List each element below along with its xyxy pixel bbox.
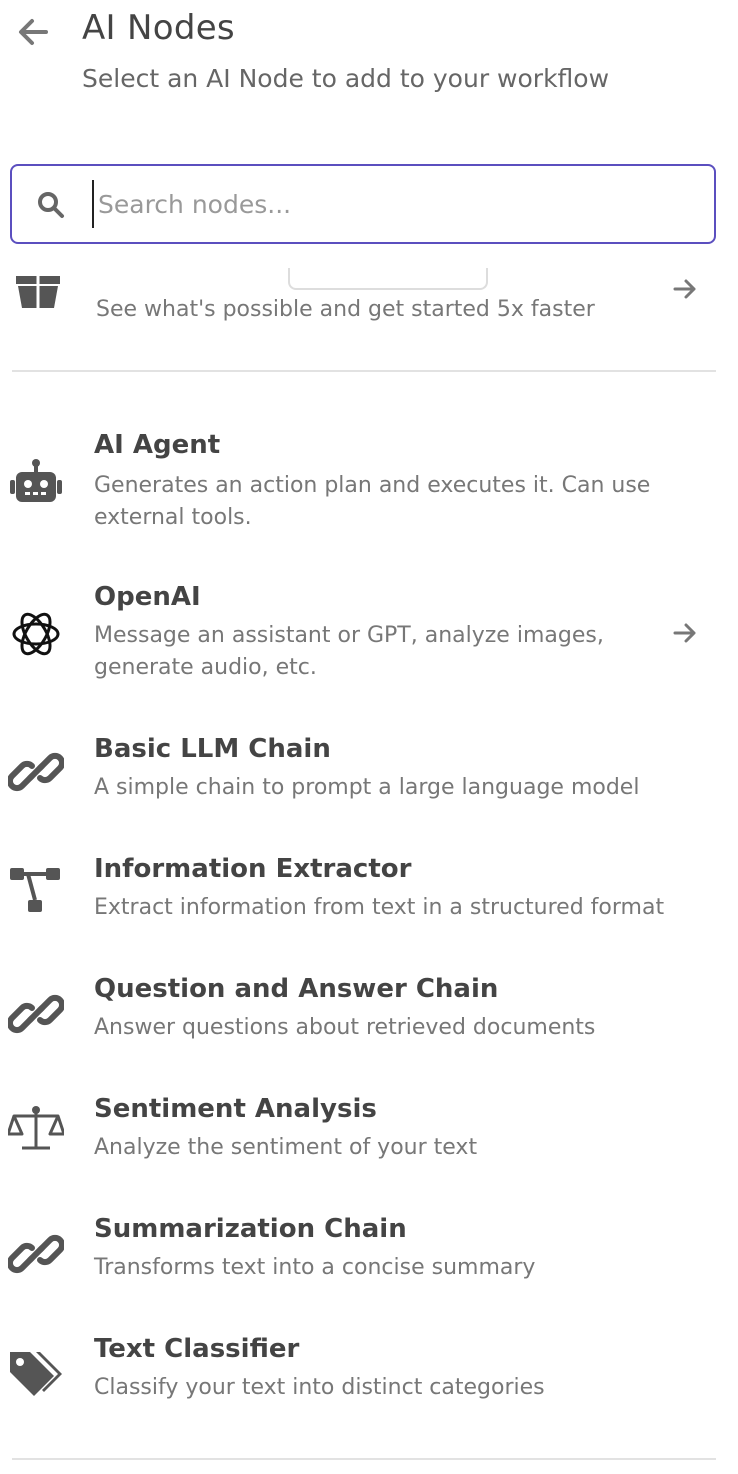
- node-name: Summarization Chain: [94, 1214, 407, 1244]
- hierarchy-icon: [10, 868, 60, 912]
- node-item-ai-agent[interactable]: AI Agent Generates an action plan and ex…: [0, 424, 738, 534]
- search-icon: [38, 192, 64, 218]
- node-description: Analyze the sentiment of your text: [94, 1135, 478, 1160]
- node-item-text-classifier[interactable]: Text Classifier Classify your text into …: [0, 1328, 738, 1418]
- node-description: Classify your text into distinct categor…: [94, 1375, 545, 1400]
- arrow-left-icon: [19, 19, 48, 45]
- node-item-sentiment-analysis[interactable]: Sentiment Analysis Analyze the sentiment…: [0, 1088, 738, 1178]
- link-icon: [8, 752, 64, 792]
- node-list: See what's possible and get started 5x f…: [0, 244, 738, 1474]
- node-name: AI Agent: [94, 430, 221, 460]
- node-description: A simple chain to prompt a large languag…: [94, 775, 640, 800]
- divider: [12, 1458, 716, 1460]
- balance-scale-icon: [8, 1106, 64, 1150]
- node-item-summarization-chain[interactable]: Summarization Chain Transforms text into…: [0, 1208, 738, 1298]
- search-box[interactable]: [10, 164, 716, 244]
- arrow-right-icon: [673, 279, 696, 299]
- node-name: Basic LLM Chain: [94, 734, 331, 764]
- node-description: Extract information from text in a struc…: [94, 895, 665, 920]
- search-input[interactable]: [92, 180, 700, 228]
- node-description: Answer questions about retrieved documen…: [94, 1015, 596, 1040]
- list-item-partial[interactable]: See what's possible and get started 5x f…: [0, 244, 738, 364]
- node-description: Transforms text into a concise summary: [94, 1255, 536, 1280]
- page-subtitle: Select an AI Node to add to your workflo…: [82, 64, 610, 93]
- node-description: See what's possible and get started 5x f…: [96, 297, 595, 322]
- panel-header: AI Nodes Select an AI Node to add to you…: [0, 0, 738, 150]
- node-name: Question and Answer Chain: [94, 974, 499, 1004]
- link-icon: [8, 1234, 64, 1274]
- back-button[interactable]: [14, 12, 54, 52]
- node-item-openai[interactable]: OpenAI Message an assistant or GPT, anal…: [0, 576, 738, 686]
- tags-icon: [10, 1352, 62, 1396]
- divider: [12, 370, 716, 372]
- node-name: OpenAI: [94, 582, 201, 612]
- gift-box-icon: [16, 276, 60, 308]
- link-icon: [8, 994, 64, 1034]
- node-name: Text Classifier: [94, 1334, 300, 1364]
- node-name: Sentiment Analysis: [94, 1094, 377, 1124]
- node-item-basic-llm-chain[interactable]: Basic LLM Chain A simple chain to prompt…: [0, 728, 738, 818]
- node-item-information-extractor[interactable]: Information Extractor Extract informatio…: [0, 848, 738, 938]
- page-title: AI Nodes: [82, 8, 235, 48]
- partial-badge: [288, 268, 488, 290]
- arrow-right-icon: [673, 623, 696, 643]
- node-description: Generates an action plan and executes it…: [94, 473, 651, 530]
- node-name: Information Extractor: [94, 854, 412, 884]
- openai-icon: [12, 612, 60, 656]
- node-description: Message an assistant or GPT, analyze ima…: [94, 623, 604, 680]
- robot-icon: [10, 459, 62, 502]
- node-item-question-answer-chain[interactable]: Question and Answer Chain Answer questio…: [0, 968, 738, 1058]
